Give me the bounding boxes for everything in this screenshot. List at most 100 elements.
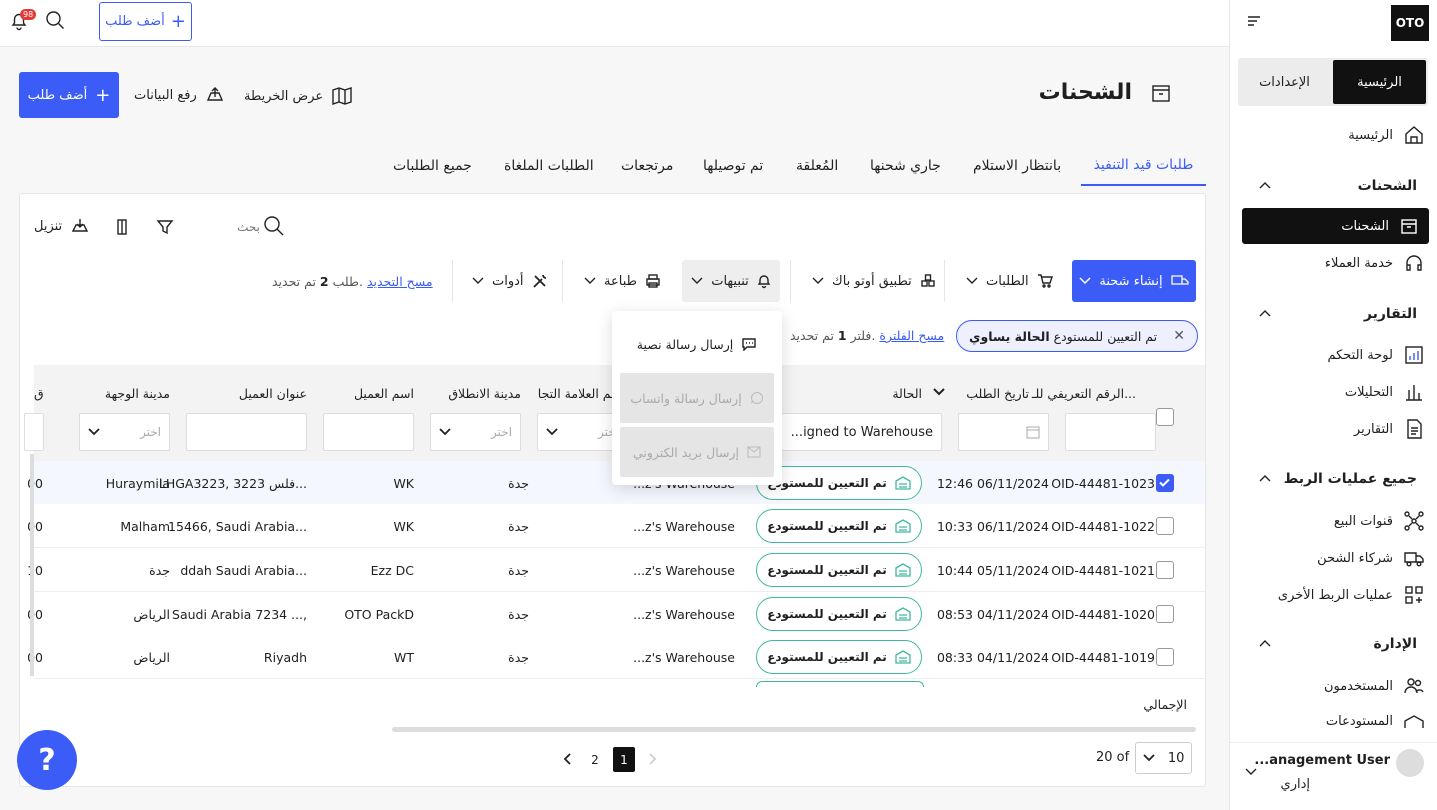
order-id-filter[interactable] [1065, 413, 1156, 451]
horizontal-scrollbar[interactable] [392, 727, 1196, 732]
tab-cancelled[interactable]: الطلبات الملغاة [504, 146, 594, 186]
filter-count-text: تم تحديد [790, 328, 834, 343]
origin-filter[interactable]: اختر [430, 413, 521, 451]
sidebar-item-shipments[interactable]: الشحنات [1242, 208, 1429, 244]
order-id-cell[interactable]: OID-44481-1019 [1051, 635, 1155, 679]
col-destination-city[interactable]: مدينة الوجهة [105, 386, 170, 401]
sidebar-item-users[interactable]: المستخدمون [1237, 668, 1437, 704]
chevron-up-icon[interactable] [1258, 308, 1272, 318]
menu-toggle-icon[interactable] [1246, 13, 1262, 29]
orders-dropdown[interactable]: الطلبات [966, 260, 1053, 302]
chevron-down-icon[interactable] [933, 388, 945, 396]
chevron-down-icon[interactable] [1244, 767, 1258, 777]
order-date-filter[interactable] [958, 413, 1049, 451]
col-origin-city[interactable]: مدينة الانطلاق [448, 386, 521, 401]
show-map-button[interactable]: عرض الخريطة [244, 85, 353, 107]
order-id-cell[interactable]: OID-44481-1021 [1051, 548, 1155, 592]
row-checkbox[interactable] [1156, 474, 1174, 492]
tab-on-hold[interactable]: المُعلقة [796, 146, 838, 186]
search-input[interactable] [190, 216, 260, 238]
row-checkbox[interactable] [1156, 517, 1174, 535]
col-order-id[interactable]: الرقم التعريفي للـ... [1032, 386, 1136, 401]
col-status[interactable]: الحالة [892, 386, 922, 401]
table-row[interactable]: OID-44481-1019 08:33 04/11/2024 تم التعي… [27, 635, 1205, 679]
tools-dropdown[interactable]: أدوات [472, 260, 548, 302]
create-shipment-button[interactable]: إنشاء شحنة [1072, 260, 1196, 302]
menu-item-label: إرسال رسالة واتساب [630, 390, 742, 406]
menu-item-whatsapp[interactable]: إرسال رسالة واتساب [620, 373, 774, 423]
sidebar-item-sales-channels[interactable]: قنوات البيع [1237, 503, 1437, 539]
order-id-cell[interactable]: OID-44481-1023 [1051, 461, 1155, 505]
sidebar-item-customer-service[interactable]: خدمة العملاء [1237, 245, 1437, 281]
autopack-dropdown[interactable]: تطبيق أوتو باك [812, 260, 936, 302]
customer-name-filter[interactable] [323, 413, 414, 451]
address-cell: LHGA3223, 3223 فلس... [158, 475, 307, 491]
sidebar-item-shipping-partners[interactable]: شركاء الشحن [1237, 540, 1437, 576]
address-filter[interactable] [186, 413, 307, 451]
search-icon[interactable] [262, 214, 286, 238]
alerts-dropdown[interactable]: تنبيهات [682, 260, 780, 302]
tab-delivered[interactable]: تم توصيلها [703, 146, 763, 186]
status-badge-text: تم التعيين للمستودع [767, 476, 887, 490]
col-order-date[interactable]: تاريخ الطلب [966, 386, 1029, 401]
chevron-up-icon[interactable] [1258, 180, 1272, 190]
home-tab[interactable]: الرئيسية [1333, 60, 1426, 104]
columns-icon[interactable] [113, 218, 131, 236]
clear-filter-link[interactable]: مسح الفلترة [879, 328, 944, 343]
download-button[interactable]: تنزيل [34, 216, 90, 236]
sidebar-item-reports[interactable]: التقارير [1237, 411, 1437, 447]
col-customer-name[interactable]: اسم العميل [354, 386, 414, 401]
download-label: تنزيل [34, 218, 63, 234]
menu-item-email[interactable]: إرسال بريد الكتروني [620, 427, 774, 477]
order-id-cell[interactable]: OID-44481-1020 [1051, 592, 1155, 636]
sidebar-item-home[interactable]: الرئيسية [1237, 117, 1437, 153]
order-id-cell[interactable]: OID-44481-1022 [1051, 504, 1155, 548]
notification-badge: 98 [20, 9, 37, 20]
table-row[interactable]: OID-44481-1022 10:33 06/11/2024 تم التعي… [27, 504, 1205, 548]
add-order-button[interactable]: أضف طلب + [19, 72, 119, 118]
page-button-2[interactable]: 2 [584, 747, 606, 772]
tab-shipping[interactable]: جاري شحنها [870, 146, 941, 186]
table-row[interactable]: OID-44481-1020 08:53 04/11/2024 تم التعي… [27, 592, 1205, 636]
status-filter[interactable]: ...igned to Warehouse [774, 413, 942, 451]
prev-page-icon[interactable] [647, 752, 657, 766]
page-button-1[interactable]: 1 [613, 747, 635, 772]
search-icon[interactable] [44, 9, 66, 31]
sidebar-item-other-integrations[interactable]: عمليات الربط الأخرى [1237, 577, 1437, 613]
help-button[interactable]: ? [17, 730, 77, 790]
upload-data-button[interactable]: رفع البيانات [134, 85, 225, 105]
tab-in-progress[interactable]: طلبات قيد التنفيذ [1081, 146, 1206, 186]
col-customer-address[interactable]: عنوان العميل [239, 386, 307, 401]
col-cut[interactable]: ق [34, 386, 44, 401]
tab-all-orders[interactable]: جميع الطلبات [393, 146, 472, 186]
chevron-up-icon[interactable] [1258, 638, 1272, 648]
print-dropdown[interactable]: طباعة [584, 260, 661, 302]
select-all-checkbox[interactable] [1156, 408, 1174, 426]
oto-logo[interactable]: OTO [1391, 5, 1429, 41]
clear-selection-link[interactable]: مسح التحديد [367, 274, 433, 289]
tab-awaiting-pickup[interactable]: بانتظار الاستلام [973, 146, 1061, 186]
close-icon[interactable]: ✕ [1173, 328, 1185, 344]
destination-cell: الرياض [133, 606, 170, 622]
user-role: إداري [1280, 777, 1310, 792]
menu-item-sms[interactable]: إرسال رسالة نصية [620, 319, 774, 369]
brand-cell: ...z's Warehouse [633, 562, 735, 578]
filter-icon[interactable] [156, 218, 174, 236]
tab-returns[interactable]: مرتجعات [621, 146, 673, 186]
sidebar-item-analytics[interactable]: التحليلات [1237, 374, 1437, 410]
status-filter-chip[interactable]: الحالة يساوي تم التعيين للمستودع ✕ [956, 320, 1198, 352]
sidebar-item-dashboard[interactable]: لوحة التحكم [1237, 337, 1437, 373]
next-page-icon[interactable] [563, 752, 573, 766]
row-checkbox[interactable] [1156, 605, 1174, 623]
cut-filter[interactable] [24, 413, 44, 451]
user-profile[interactable]: ...anagement User إداري [1230, 742, 1437, 802]
settings-tab[interactable]: الإعدادات [1238, 58, 1331, 106]
destination-filter[interactable]: اختر [79, 413, 170, 451]
page-size-select[interactable]: 10 [1135, 742, 1192, 774]
row-checkbox[interactable] [1156, 648, 1174, 666]
add-order-top-button[interactable]: أضف طلب + [99, 2, 192, 41]
row-checkbox[interactable] [1156, 561, 1174, 579]
sidebar-item-warehouses[interactable]: المستودعات [1237, 708, 1437, 728]
table-row[interactable]: OID-44481-1021 10:44 05/11/2024 تم التعي… [27, 548, 1205, 592]
chevron-up-icon[interactable] [1258, 473, 1272, 483]
